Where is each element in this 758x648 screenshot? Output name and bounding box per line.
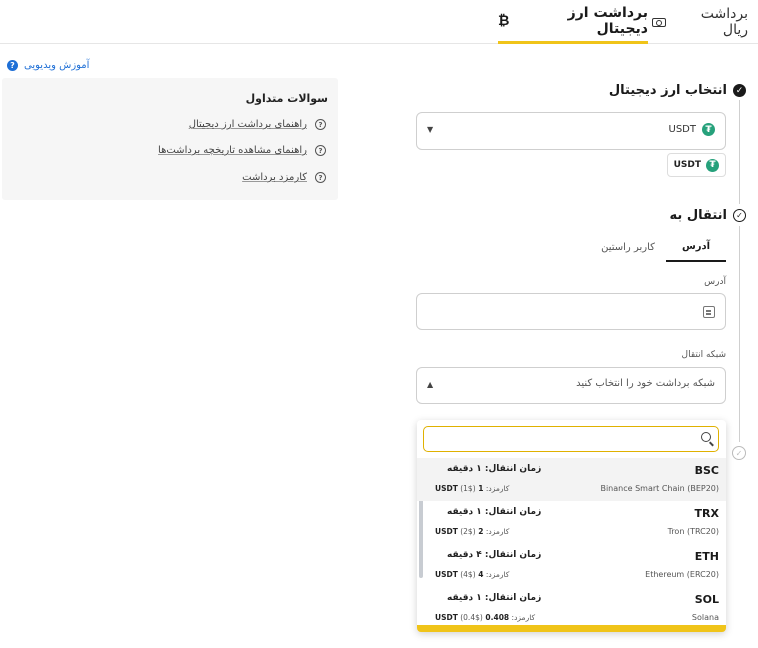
bitcoin-icon: ₿ bbox=[498, 13, 510, 29]
chevron-up-icon: ▲ bbox=[427, 380, 434, 389]
step-connector bbox=[739, 100, 740, 204]
cash-icon bbox=[652, 17, 666, 27]
network-code: ETH bbox=[694, 550, 719, 563]
tab-address[interactable]: آدرس bbox=[666, 232, 726, 262]
step-connector bbox=[739, 226, 740, 442]
transfer-fee: کارمزد: 0.408 USDT (0.4$) bbox=[435, 613, 535, 622]
address-label: آدرس bbox=[704, 277, 726, 287]
transfer-fee: کارمزد: 2 USDT (2$) bbox=[435, 527, 509, 536]
selected-coin-label: USDT bbox=[668, 124, 696, 135]
faq-title: سوالات متداول bbox=[245, 92, 328, 105]
coin-select[interactable]: ₮ USDT ▼ bbox=[416, 112, 726, 150]
faq-item-label: راهنمای برداشت ارز دیجیتال bbox=[188, 119, 307, 130]
fee-usd: (2$) bbox=[460, 527, 476, 536]
chevron-down-icon: ▼ bbox=[427, 125, 434, 134]
faq-item-history-guide[interactable]: ? راهنمای مشاهده تاریخچه برداشت‌ها bbox=[158, 145, 326, 156]
network-search[interactable] bbox=[423, 426, 719, 452]
network-select[interactable]: شبکه برداشت خود را انتخاب کنید ▲ bbox=[416, 367, 726, 404]
video-tutorial-label: آموزش ویدیویی bbox=[24, 60, 90, 71]
network-code: SOL bbox=[694, 593, 719, 606]
network-search-input[interactable] bbox=[430, 429, 680, 449]
network-option-eth[interactable]: ETH Ethereum (ERC20) زمان انتقال: ۴ دقیق… bbox=[417, 544, 726, 587]
step-select-coin-title: انتخاب ارز دیجیتال bbox=[608, 83, 727, 98]
search-icon bbox=[701, 432, 711, 442]
network-code: TRX bbox=[694, 507, 719, 520]
network-name: Ethereum (ERC20) bbox=[645, 570, 719, 579]
withdraw-tabs: برداشت ارز دیجیتال ₿ برداشت ریال bbox=[0, 0, 758, 44]
tab-rial-withdraw[interactable]: برداشت ریال bbox=[652, 0, 748, 44]
network-code: BSC bbox=[694, 464, 719, 477]
transfer-time: زمان انتقال: ۱ دقیقه bbox=[447, 593, 542, 603]
fee-usd: (4$) bbox=[460, 570, 476, 579]
tab-crypto-label: برداشت ارز دیجیتال bbox=[567, 4, 648, 37]
tether-icon: ₮ bbox=[706, 158, 719, 172]
network-name: Binance Smart Chain (BEP20) bbox=[600, 484, 719, 493]
fee-usd: (0.4$) bbox=[460, 613, 483, 622]
transfer-fee: کارمزد: 1 USDT (1$) bbox=[435, 484, 509, 493]
network-placeholder: شبکه برداشت خود را انتخاب کنید bbox=[576, 378, 715, 389]
network-option-trx[interactable]: TRX Tron (TRC20) زمان انتقال: ۱ دقیقه کا… bbox=[417, 501, 726, 544]
fee-usd: (1$) bbox=[460, 484, 476, 493]
tab-rial-label: برداشت ریال bbox=[700, 6, 748, 38]
step-transfer-to: ✓ انتقال به bbox=[670, 208, 746, 223]
address-book-icon[interactable] bbox=[703, 306, 715, 318]
network-label: شبکه انتقال bbox=[681, 350, 726, 360]
address-field[interactable] bbox=[416, 293, 726, 330]
network-name: Solana bbox=[691, 613, 719, 622]
tab-rastin-user[interactable]: کاربر راستین bbox=[590, 232, 666, 262]
fee-label: کارمزد: bbox=[485, 570, 510, 579]
check-outline-icon: ✓ bbox=[733, 209, 746, 222]
fee-label: کارمزد: bbox=[485, 484, 510, 493]
faq-item-crypto-guide[interactable]: ? راهنمای برداشت ارز دیجیتال bbox=[189, 119, 326, 130]
question-icon: ? bbox=[315, 119, 326, 130]
transfer-time: زمان انتقال: ۱ دقیقه bbox=[447, 507, 542, 517]
network-name: Tron (TRC20) bbox=[667, 527, 719, 536]
fee-label: کارمزد: bbox=[511, 613, 536, 622]
tether-icon: ₮ bbox=[702, 123, 715, 136]
tab-crypto-withdraw[interactable]: برداشت ارز دیجیتال ₿ bbox=[498, 0, 648, 44]
transfer-time: زمان انتقال: ۱ دقیقه bbox=[447, 464, 542, 474]
faq-item-label: راهنمای مشاهده تاریخچه برداشت‌ها bbox=[158, 145, 307, 156]
network-option-sol[interactable]: SOL Solana زمان انتقال: ۱ دقیقه کارمزد: … bbox=[417, 587, 726, 625]
network-list: BSC Binance Smart Chain (BEP20) زمان انت… bbox=[417, 458, 726, 625]
transfer-fee: کارمزد: 4 USDT (4$) bbox=[435, 570, 509, 579]
faq-item-fee[interactable]: ? کارمزد برداشت bbox=[242, 172, 326, 183]
network-dropdown: BSC Binance Smart Chain (BEP20) زمان انت… bbox=[417, 420, 726, 632]
transfer-time: زمان انتقال: ۴ دقیقه bbox=[447, 550, 542, 560]
video-tutorial-link[interactable]: ? آموزش ویدیویی bbox=[7, 60, 89, 71]
step-select-coin: ✓ انتخاب ارز دیجیتال bbox=[609, 83, 746, 98]
check-filled-icon: ✓ bbox=[733, 84, 746, 97]
coin-select-value: ₮ USDT bbox=[669, 123, 715, 136]
check-pending-icon: ✓ bbox=[732, 446, 746, 460]
coin-chip[interactable]: ₮ USDT bbox=[666, 153, 726, 177]
faq-panel: سوالات متداول ? راهنمای برداشت ارز دیجیت… bbox=[2, 78, 338, 200]
network-option-bsc[interactable]: BSC Binance Smart Chain (BEP20) زمان انت… bbox=[417, 458, 726, 501]
question-icon: ? bbox=[315, 172, 326, 183]
step-transfer-to-title: انتقال به bbox=[669, 208, 727, 223]
help-icon: ? bbox=[7, 60, 18, 71]
coin-chip-label: USDT bbox=[673, 160, 701, 170]
faq-item-label: کارمزد برداشت bbox=[242, 172, 307, 183]
transfer-subtabs: آدرس کاربر راستین bbox=[590, 232, 726, 262]
question-icon: ? bbox=[315, 145, 326, 156]
fee-label: کارمزد: bbox=[485, 527, 510, 536]
